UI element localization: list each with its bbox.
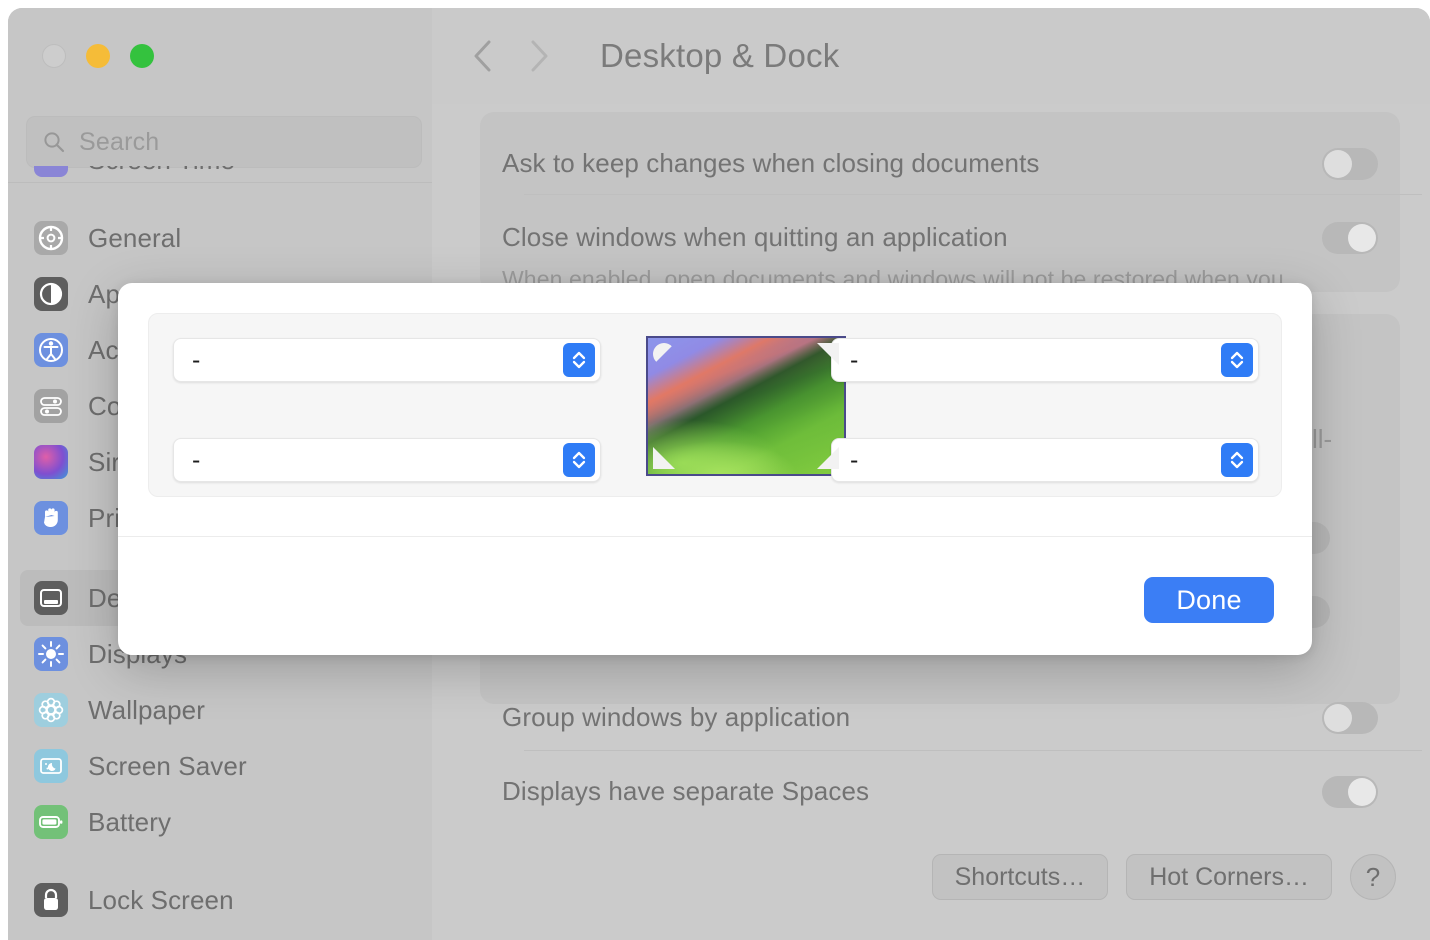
sidebar-search-box[interactable]: Search — [26, 116, 422, 168]
search-input-placeholder: Search — [79, 128, 159, 157]
detail-header: Desktop & Dock — [432, 8, 1430, 104]
chevron-right-icon[interactable] — [526, 36, 552, 76]
hot-corners-dialog: - - — [118, 283, 1312, 655]
screenshot-root: Search Screen Time — [0, 0, 1430, 940]
corner-marker-top-right — [817, 343, 839, 365]
toggle-knob — [1348, 224, 1376, 252]
window-traffic-lights — [42, 44, 154, 68]
setting-label: Displays have separate Spaces — [502, 776, 869, 807]
lock-screen-icon — [34, 883, 68, 917]
settings-group-documents — [480, 112, 1400, 292]
desktop-dock-icon — [34, 581, 68, 615]
sidebar-item-screen-time[interactable]: Screen Time — [20, 166, 420, 188]
hot-corners-panel: - - — [148, 313, 1282, 497]
setting-label: Ask to keep changes when closing documen… — [502, 148, 1040, 179]
battery-icon — [34, 805, 68, 839]
chevron-updown-icon[interactable] — [563, 443, 595, 477]
toggle-close-windows[interactable] — [1322, 222, 1378, 254]
toggle-group-windows[interactable] — [1322, 702, 1378, 734]
shortcuts-button[interactable]: Shortcuts… — [932, 854, 1109, 900]
search-icon — [43, 131, 65, 153]
minimize-window-button[interactable] — [86, 44, 110, 68]
sidebar-item-wallpaper[interactable]: Wallpaper — [20, 682, 420, 738]
sidebar-item-label: Screen Saver — [88, 751, 247, 782]
toggle-knob — [1348, 778, 1376, 806]
chevron-updown-icon[interactable] — [563, 343, 595, 377]
hot-corner-value: - — [192, 348, 200, 373]
hot-corners-button[interactable]: Hot Corners… — [1126, 854, 1332, 900]
hot-corner-popup-top-left[interactable]: - — [173, 338, 601, 382]
hot-corner-popup-bottom-right[interactable]: - — [831, 438, 1259, 482]
toggle-ask-keep-changes[interactable] — [1322, 148, 1378, 180]
help-button[interactable]: ? — [1350, 854, 1396, 900]
screen-preview-thumbnail — [646, 336, 846, 476]
chevron-left-icon[interactable] — [470, 36, 496, 76]
corner-marker-bottom-left — [653, 447, 675, 469]
row-divider — [524, 750, 1422, 751]
corner-marker-bottom-right — [817, 447, 839, 469]
privacy-icon — [34, 501, 68, 535]
setting-label: Group windows by application — [502, 702, 850, 733]
corner-marker-top-left — [653, 343, 675, 365]
hot-corner-popup-bottom-left[interactable]: - — [173, 438, 601, 482]
screen-saver-icon — [34, 749, 68, 783]
page-title: Desktop & Dock — [600, 37, 839, 75]
screen-time-icon — [34, 166, 68, 177]
sidebar-item-label: Wallpaper — [88, 695, 205, 726]
toggle-knob — [1324, 704, 1352, 732]
row-divider — [524, 194, 1422, 195]
wallpaper-gradient — [648, 338, 844, 474]
siri-icon — [34, 445, 68, 479]
maximize-window-button[interactable] — [130, 44, 154, 68]
accessibility-icon — [34, 333, 68, 367]
sidebar-item-label: Lock Screen — [88, 885, 234, 916]
toggle-knob — [1324, 150, 1352, 178]
sidebar-item-label: Battery — [88, 807, 171, 838]
hot-corner-value: - — [850, 348, 858, 373]
sidebar-item-screen-saver[interactable]: Screen Saver — [20, 738, 420, 794]
sidebar-item-general[interactable]: General — [20, 210, 420, 266]
done-button[interactable]: Done — [1144, 577, 1274, 623]
chevron-updown-icon[interactable] — [1221, 343, 1253, 377]
sidebar-item-label: General — [88, 223, 181, 254]
wallpaper-icon — [34, 693, 68, 727]
sheet-separator — [118, 536, 1312, 537]
sidebar-item-label: Screen Time — [88, 166, 235, 176]
sidebar-item-battery[interactable]: Battery — [20, 794, 420, 850]
obscured-text-fragment: ll- — [1312, 424, 1332, 455]
hot-corner-value: - — [192, 448, 200, 473]
sidebar-item-lock-screen[interactable]: Lock Screen — [20, 872, 420, 928]
toggle-separate-spaces[interactable] — [1322, 776, 1378, 808]
detail-bottom-bar: Shortcuts… Hot Corners… ? — [932, 854, 1396, 900]
hot-corner-value: - — [850, 448, 858, 473]
appearance-icon — [34, 277, 68, 311]
displays-icon — [34, 637, 68, 671]
chevron-updown-icon[interactable] — [1221, 443, 1253, 477]
setting-label: Close windows when quitting an applicati… — [502, 222, 1008, 253]
gear-icon — [34, 221, 68, 255]
hot-corner-popup-top-right[interactable]: - — [831, 338, 1259, 382]
control-center-icon — [34, 389, 68, 423]
close-window-button[interactable] — [42, 44, 66, 68]
